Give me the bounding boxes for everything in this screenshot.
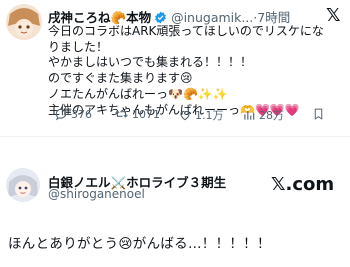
- like-icon: [180, 111, 190, 121]
- tweet-line: 今日のコラボはARK頑張ってほしいのでリスケにな: [48, 24, 324, 38]
- reply-icon: [55, 108, 67, 121]
- bookmark-icon: [314, 108, 323, 120]
- like-count: 1.1万: [195, 109, 224, 122]
- retweet-button[interactable]: 1071: [114, 107, 160, 121]
- retweet-count: 1071: [132, 107, 160, 121]
- x-com-logo: 𝕏.com: [271, 174, 335, 195]
- tweet-line: のですぐまた集まります😢: [48, 71, 193, 86]
- avatar-korone[interactable]: [6, 4, 42, 40]
- tweet-time[interactable]: 7時間: [257, 10, 290, 25]
- retweet-icon: [115, 110, 128, 118]
- avatar-noel[interactable]: [6, 168, 40, 202]
- divider: [0, 136, 350, 137]
- author-name[interactable]: 戌神ころね🥐本物: [48, 10, 151, 25]
- like-button[interactable]: 1.1万: [178, 107, 224, 123]
- reply-author-handle[interactable]: @shiroganenoel: [48, 187, 145, 201]
- bookmark-button[interactable]: [312, 107, 325, 121]
- views-button[interactable]: 28万: [242, 107, 284, 123]
- verified-badge-icon: [155, 11, 166, 24]
- tweet-line: やかましはいつでも集まれる！！！！: [48, 55, 253, 70]
- tweet-line: りました！: [48, 39, 109, 54]
- tweet-line: ノエたんがんばれーっ🐶🥐✨✨: [48, 86, 228, 101]
- tweet-text: 今日のコラボはARK頑張ってほしいのでリスケにな りました！ やかましはいつでも…: [48, 24, 344, 118]
- views-icon: [244, 110, 255, 120]
- x-logo-icon: 𝕏: [326, 5, 341, 26]
- author-handle[interactable]: @inugamik...: [171, 10, 253, 25]
- views-count: 28万: [259, 109, 284, 122]
- reply-button[interactable]: 376: [54, 107, 92, 121]
- reply-count: 376: [71, 107, 92, 121]
- reply-text: ほんとありがとう😢がんばる…！！！！！: [8, 236, 271, 252]
